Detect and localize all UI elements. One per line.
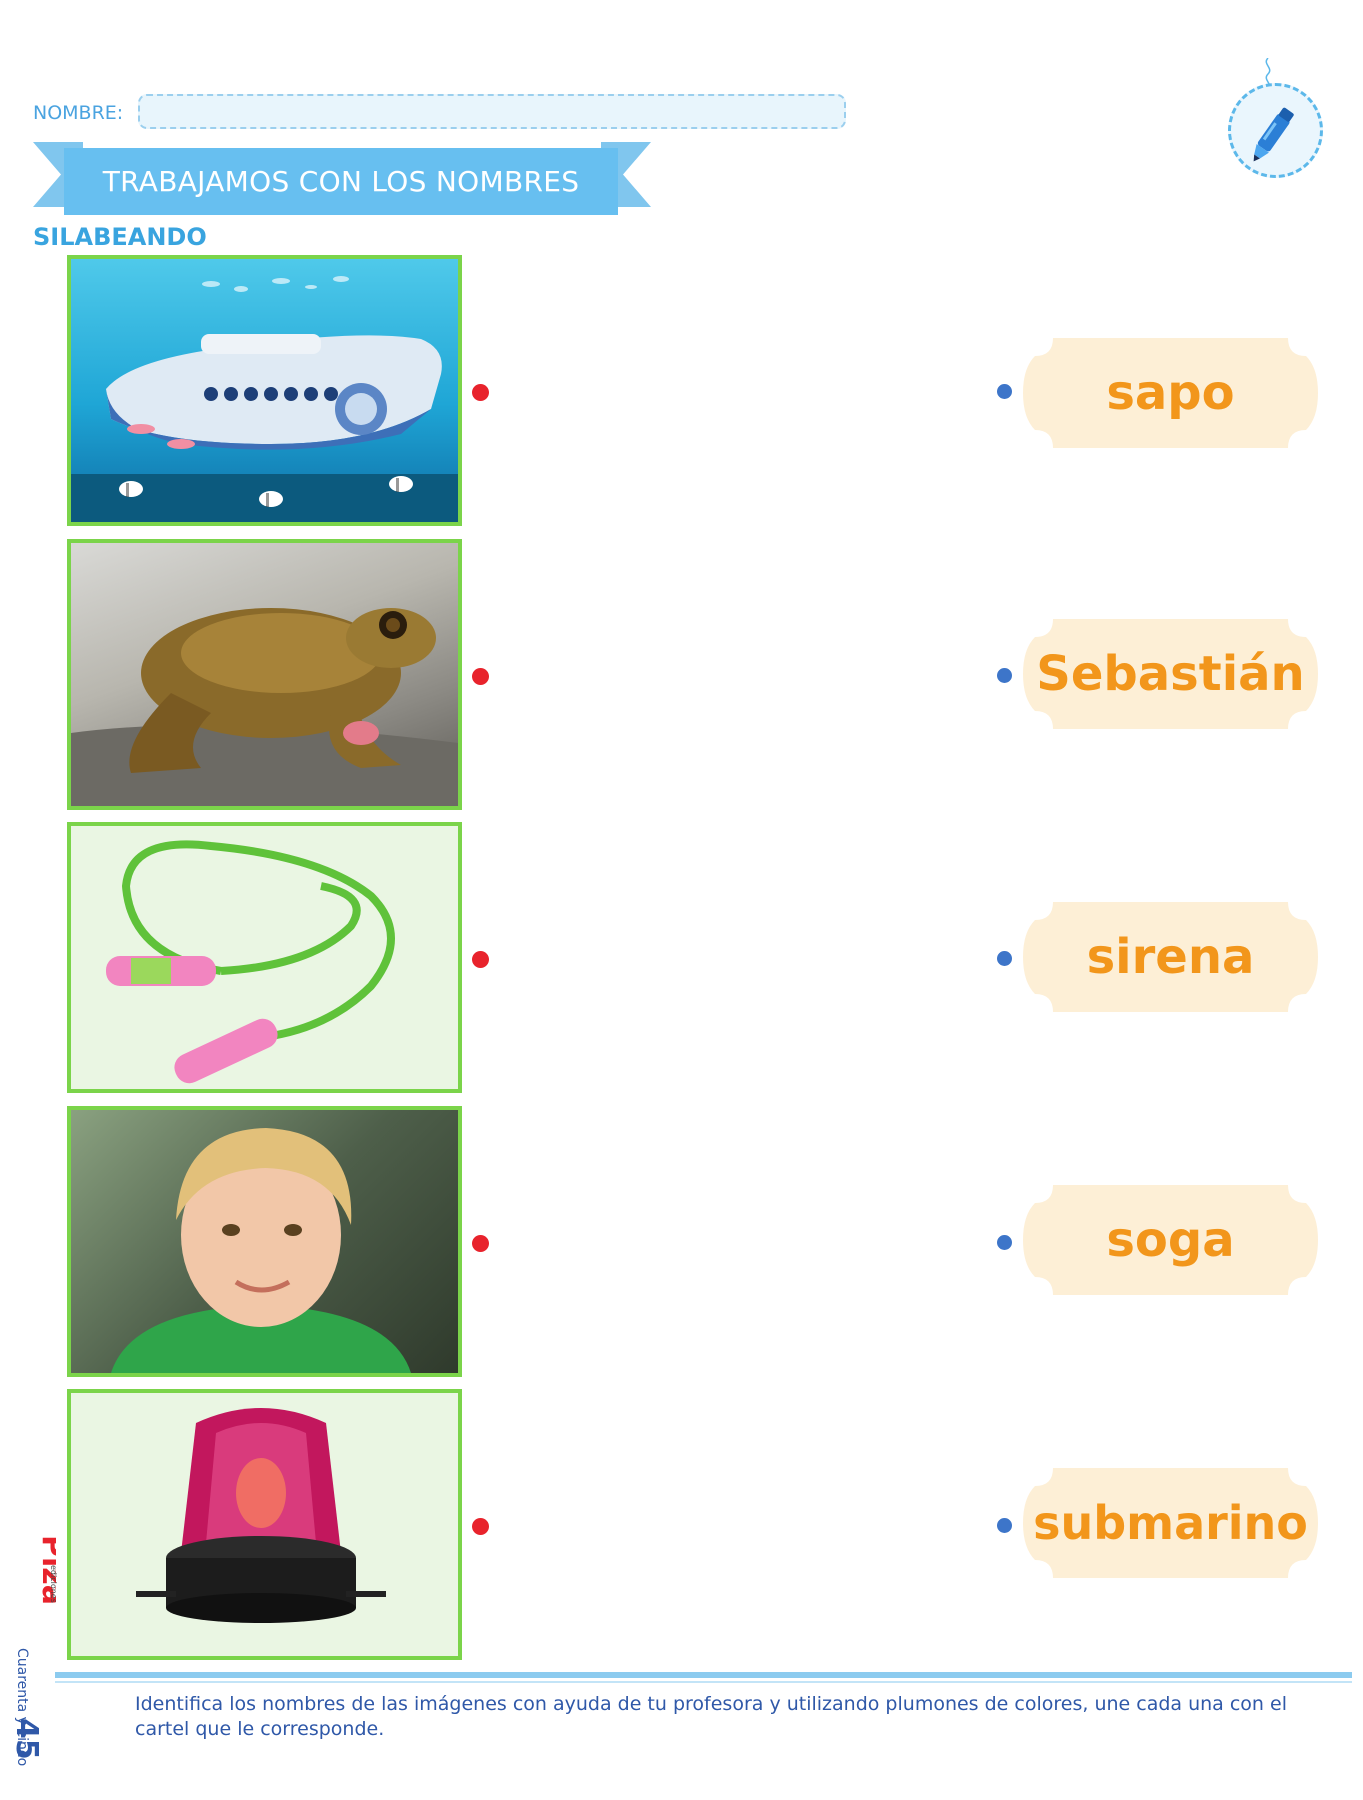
match-dot-left[interactable]: [472, 384, 489, 401]
submarine-photo: [67, 255, 462, 526]
page-number: 45: [9, 1718, 44, 1760]
match-dot-right[interactable]: [997, 1235, 1012, 1250]
match-dot-right[interactable]: [997, 1518, 1012, 1533]
match-dot-right[interactable]: [997, 668, 1012, 683]
frog-photo: [67, 539, 462, 810]
word-label: Sebastián: [1036, 646, 1305, 702]
jump-rope-photo: [67, 822, 462, 1093]
frog-icon: [71, 608, 458, 806]
name-field[interactable]: [138, 94, 846, 129]
siren-photo: [67, 1389, 462, 1660]
marker-icon: [1253, 107, 1294, 162]
section-subtitle: SILABEANDO: [33, 223, 207, 251]
publisher-subtext: ediciones: [49, 1565, 58, 1603]
word-label: submarino: [1033, 1496, 1308, 1550]
footer-rule: [55, 1672, 1352, 1678]
match-dot-right[interactable]: [997, 384, 1012, 399]
submarine-icon: [71, 276, 458, 522]
word-label: soga: [1106, 1212, 1235, 1268]
instruction-text: Identifica los nombres de las imágenes c…: [135, 1693, 1287, 1740]
match-dot-left[interactable]: [472, 1235, 489, 1252]
match-dot-right[interactable]: [997, 951, 1012, 966]
title-banner: TRABAJAMOS CON LOS NOMBRES: [33, 142, 651, 215]
boy-photo: [67, 1106, 462, 1377]
banner-title: TRABAJAMOS CON LOS NOMBRES: [102, 165, 580, 198]
child-icon: [111, 1128, 411, 1373]
word-label: sirena: [1086, 929, 1255, 985]
name-label: NOMBRE:: [33, 102, 124, 124]
jump-rope-icon: [106, 840, 395, 1084]
match-dot-left[interactable]: [472, 951, 489, 968]
marker-badge: [1228, 83, 1323, 178]
match-dot-left[interactable]: [472, 1518, 489, 1535]
match-dot-left[interactable]: [472, 668, 489, 685]
siren-light-icon: [136, 1408, 386, 1623]
footer-rule-thin: [55, 1681, 1352, 1683]
word-label: sapo: [1106, 365, 1235, 421]
